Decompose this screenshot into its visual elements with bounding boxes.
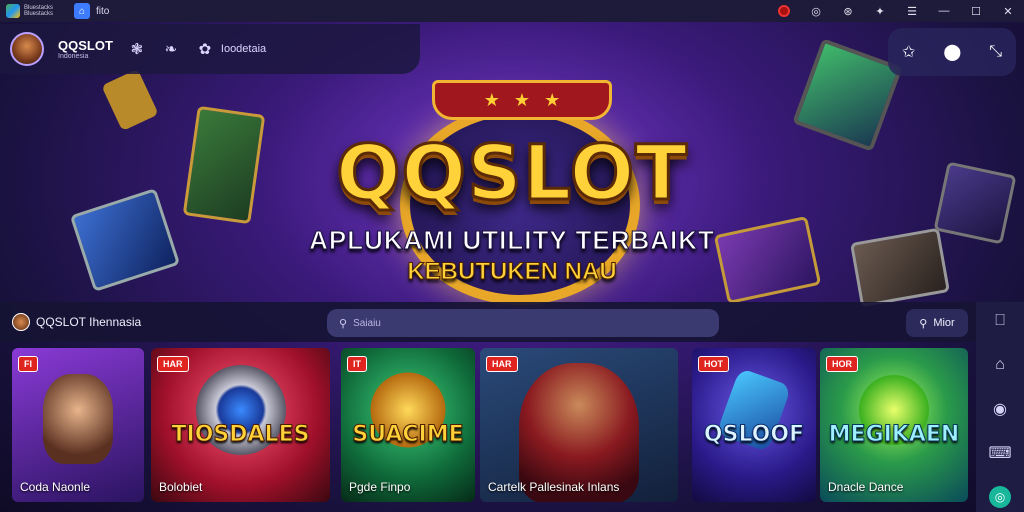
card-label: Bolobiet <box>159 480 203 494</box>
star-icon: ★ <box>513 89 531 110</box>
window-controls: ◎ ⊛ ✦ ☰ — ☐ ✕ <box>776 3 1016 19</box>
search-icon: ⚲ <box>339 317 348 330</box>
game-card[interactable]: HAR Cartelk Pallesinak Inlans <box>480 348 678 502</box>
gamepad-icon[interactable]: ◎ <box>989 486 1011 508</box>
paw-icon[interactable]: ❃ <box>127 39 147 59</box>
search-box[interactable]: ⚲ <box>327 309 719 337</box>
search-bar-row: QQSLOT Ihennasia ⚲ ⚲ Mior <box>0 302 976 342</box>
character-portrait <box>43 373 113 464</box>
settings-icon[interactable]: ◉ <box>989 398 1011 420</box>
search-icon: ⚲ <box>919 317 928 330</box>
floating-card-decoration <box>101 68 159 132</box>
card-title: TIOSDALES <box>171 422 310 448</box>
game-card[interactable]: HOT QSLOOF <box>692 348 816 502</box>
game-card[interactable]: FI Coda Naonle <box>12 348 144 502</box>
flower-icon[interactable]: ✿ <box>195 39 215 59</box>
card-title: SUACIME <box>352 422 464 448</box>
card-tag: HOT <box>698 356 729 372</box>
message-icon[interactable]: ⎕ <box>989 310 1011 332</box>
record-icon[interactable] <box>776 3 792 19</box>
gamepad-icon[interactable]: ◎ <box>808 3 824 19</box>
top-right-actions: ✩ ⬤ ⤡ <box>888 28 1016 76</box>
hero-subtagline: KEBUTUKEN NAU <box>407 258 617 286</box>
brand-block: QQSLOT Indonesia <box>58 38 113 60</box>
home-icon[interactable]: ⌂ <box>74 3 90 19</box>
app-brand: Bluestacks Bluestacks <box>0 4 70 18</box>
game-card[interactable]: HAR TIOSDALES Bolobiet <box>151 348 330 502</box>
star-icon: ★ <box>544 89 561 110</box>
leaf-icon[interactable]: ❧ <box>161 39 181 59</box>
game-card[interactable]: IT SUACIME Pgde Finpo <box>341 348 475 502</box>
star-icon[interactable]: ✩ <box>902 42 915 62</box>
card-label: Pgde Finpo <box>349 480 411 494</box>
hero-tagline: APLUKAMI UTILITY TERBAIKT <box>309 225 715 256</box>
brand-subtitle: Indonesia <box>58 53 89 60</box>
brand-title: QQSLOT <box>58 38 113 53</box>
app-header: QQSLOT Indonesia ❃ ❧ ✿ Ioodetaia <box>0 24 420 74</box>
folder-icon[interactable]: ⌂ <box>989 354 1011 376</box>
card-label: Cartelk Pallesinak Inlans <box>488 480 620 494</box>
puzzle-icon[interactable]: ✦ <box>872 3 888 19</box>
maximize-icon[interactable]: ☐ <box>968 3 984 19</box>
search-row-brand: QQSLOT Ihennasia <box>0 313 320 331</box>
home-tab[interactable]: ⌂ fito <box>74 3 109 19</box>
card-label: Dnacle Dance <box>828 480 904 494</box>
menu-icon[interactable]: ☰ <box>904 3 920 19</box>
avatar[interactable] <box>10 32 44 66</box>
search-row-brand-label: QQSLOT Ihennasia <box>36 315 142 329</box>
minimize-icon[interactable]: — <box>936 3 952 19</box>
hero-title: QQSLOT <box>334 127 689 219</box>
close-icon[interactable]: ✕ <box>1000 3 1016 19</box>
right-sidebar: ⎕ ⌂ ◉ ⌨ ◎ <box>976 302 1024 512</box>
location-icon[interactable]: ⬤ <box>943 42 961 62</box>
search-input[interactable] <box>353 317 694 329</box>
card-tag: HOR <box>826 356 858 372</box>
app-name-line2: Bluestacks <box>24 11 54 17</box>
card-tag: IT <box>347 356 367 372</box>
header-nav-label[interactable]: Ioodetaia <box>221 43 266 55</box>
keyboard-icon[interactable]: ⌨ <box>988 442 1011 464</box>
avatar[interactable] <box>12 313 30 331</box>
card-title: MEGIKAEN <box>828 422 960 448</box>
compress-icon[interactable]: ⤡ <box>989 43 1002 61</box>
hero-star-badge: ★ ★ ★ <box>432 80 612 120</box>
card-label: Coda Naonle <box>20 480 91 494</box>
card-tag: FI <box>18 356 38 372</box>
tab-label[interactable]: fito <box>96 6 109 17</box>
app-window: Bluestacks Bluestacks ⌂ fito ◎ ⊛ ✦ ☰ — ☐… <box>0 0 1024 512</box>
title-bar: Bluestacks Bluestacks ⌂ fito ◎ ⊛ ✦ ☰ — ☐… <box>0 0 1024 22</box>
card-tag: HAR <box>157 356 189 372</box>
game-card[interactable]: HOR MEGIKAEN Dnacle Dance <box>820 348 968 502</box>
card-tag: HAR <box>486 356 518 372</box>
rocket-icon[interactable]: ⊛ <box>840 3 856 19</box>
star-icon: ★ <box>483 89 500 110</box>
bluestacks-logo-icon <box>6 4 20 18</box>
card-title: QSLOOF <box>703 422 805 448</box>
game-card-row: FI Coda Naonle HAR TIOSDALES Bolobiet IT… <box>0 346 976 512</box>
more-button[interactable]: ⚲ Mior <box>906 309 968 337</box>
more-button-label: Mior <box>933 317 955 329</box>
